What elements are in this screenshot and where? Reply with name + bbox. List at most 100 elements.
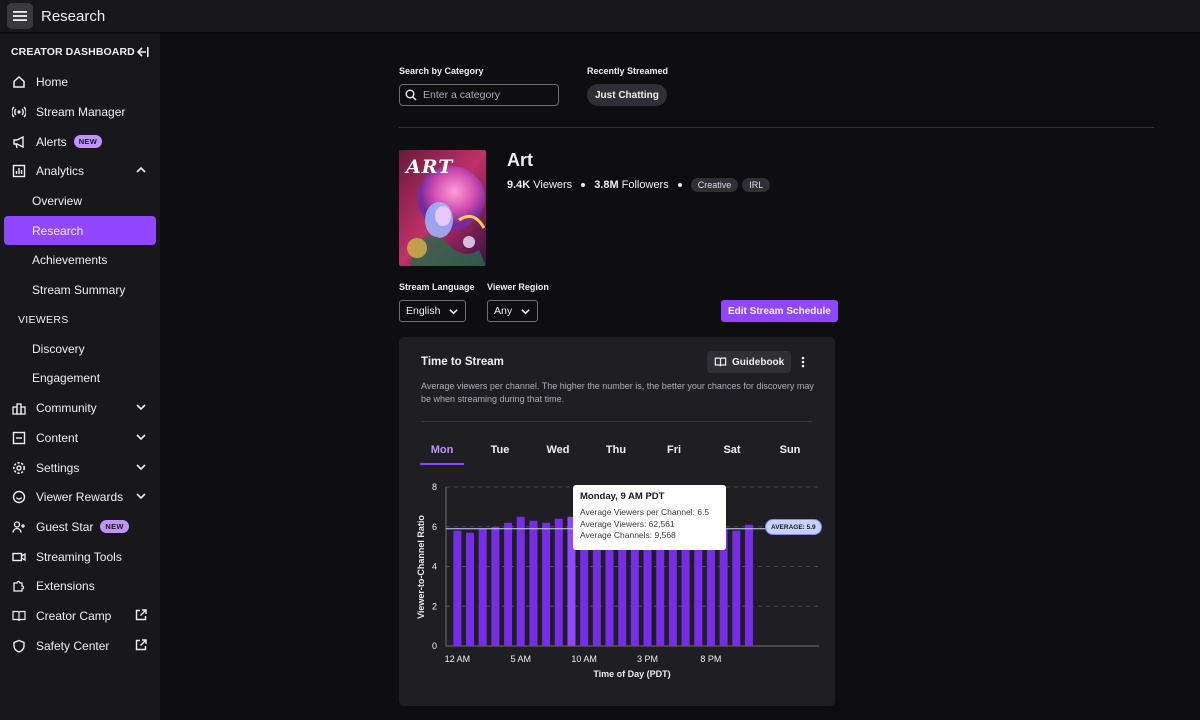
sidebar-item-label: Alerts bbox=[36, 134, 67, 149]
collapse-sidebar-icon[interactable] bbox=[136, 46, 149, 58]
x-axis-title: Time of Day (PDT) bbox=[593, 669, 670, 679]
hamburger-icon bbox=[13, 10, 27, 22]
sidebar-item-home[interactable]: Home bbox=[4, 67, 156, 96]
viewers-label: Viewers bbox=[533, 179, 573, 191]
chart-bar bbox=[478, 528, 487, 646]
sidebar-item-stream-summary[interactable]: Stream Summary bbox=[4, 275, 156, 304]
community-icon bbox=[11, 400, 27, 416]
category-box-art[interactable]: ART bbox=[399, 150, 486, 266]
viewer-region-value: Any bbox=[494, 305, 513, 317]
top-bar: Research bbox=[0, 0, 1200, 33]
category-stats: 9.4K Viewers 3.8M Followers Creative IRL bbox=[507, 178, 774, 192]
y-tick-label: 0 bbox=[432, 641, 437, 651]
sidebar-item-label: Streaming Tools bbox=[36, 549, 122, 564]
chart-bar bbox=[466, 532, 475, 646]
chevron-up-icon bbox=[135, 164, 147, 176]
sidebar-item-extensions[interactable]: Extensions bbox=[4, 571, 156, 600]
sidebar-item-label: Home bbox=[36, 74, 69, 89]
sidebar-item-content[interactable]: Content bbox=[4, 423, 156, 452]
megaphone-icon bbox=[11, 134, 27, 150]
sidebar-item-achievements[interactable]: Achievements bbox=[4, 245, 156, 274]
divider bbox=[399, 127, 1154, 128]
x-tick-label: 12 AM bbox=[445, 654, 471, 664]
y-axis-title: Viewer-to-Channel Ratio bbox=[416, 515, 426, 619]
viewer-region-dropdown[interactable]: Any bbox=[487, 300, 539, 322]
chevron-down-icon bbox=[135, 431, 147, 443]
chevron-down-icon bbox=[512, 306, 531, 317]
camera-icon bbox=[11, 549, 27, 565]
sidebar-header: CREATOR DASHBOARD bbox=[0, 34, 160, 70]
broadcast-icon bbox=[11, 104, 27, 120]
sidebar-item-label: Research bbox=[32, 223, 84, 238]
sidebar-item-community[interactable]: Community bbox=[4, 393, 156, 422]
edit-stream-schedule-button[interactable]: Edit Stream Schedule bbox=[721, 300, 838, 322]
sidebar-item-research[interactable]: Research bbox=[4, 216, 156, 245]
sidebar-item-stream-manager[interactable]: Stream Manager bbox=[4, 97, 156, 126]
chart-bar bbox=[516, 516, 525, 646]
tag-irl[interactable]: IRL bbox=[742, 178, 771, 192]
y-tick-label: 4 bbox=[432, 562, 437, 572]
chart-bar bbox=[744, 524, 753, 646]
category-search-input[interactable] bbox=[423, 89, 553, 101]
gear-icon bbox=[11, 460, 27, 476]
y-tick-label: 8 bbox=[432, 482, 437, 492]
sidebar-item-alerts[interactable]: Alerts NEW bbox=[4, 127, 156, 156]
chart-tooltip: Monday, 9 AM PDT Average Viewers per Cha… bbox=[573, 485, 726, 550]
puzzle-icon bbox=[11, 578, 27, 594]
chart-bar bbox=[529, 520, 538, 646]
sidebar-item-overview[interactable]: Overview bbox=[4, 186, 156, 215]
rewards-icon bbox=[11, 489, 27, 505]
x-tick-label: 10 AM bbox=[571, 654, 597, 664]
sidebar-item-streaming-tools[interactable]: Streaming Tools bbox=[4, 542, 156, 571]
sidebar-item-label: Settings bbox=[36, 460, 80, 475]
hamburger-menu-button[interactable] bbox=[7, 3, 33, 29]
sidebar-item-discovery[interactable]: Discovery bbox=[4, 334, 156, 363]
chevron-down-icon bbox=[135, 401, 147, 413]
time-to-stream-card: Time to Stream Guidebook Average viewers… bbox=[399, 337, 835, 706]
tag-creative[interactable]: Creative bbox=[690, 178, 739, 192]
stream-language-label: Stream Language bbox=[399, 282, 475, 292]
x-tick-label: 3 PM bbox=[637, 654, 658, 664]
chart-bar bbox=[504, 522, 513, 646]
sidebar-item-label: Analytics bbox=[36, 163, 85, 178]
recent-category-chip[interactable]: Just Chatting bbox=[587, 84, 667, 106]
sidebar: CREATOR DASHBOARD Home Stream Manager Al… bbox=[0, 34, 160, 720]
external-link-icon bbox=[135, 639, 147, 651]
sidebar-item-label: Community bbox=[36, 400, 97, 415]
sidebar-item-engagement[interactable]: Engagement bbox=[4, 363, 156, 392]
sidebar-item-viewer-rewards[interactable]: Viewer Rewards bbox=[4, 482, 156, 511]
home-icon bbox=[11, 74, 27, 90]
sidebar-item-label: Overview bbox=[32, 193, 83, 208]
shield-icon bbox=[11, 638, 27, 654]
tooltip-line: Average Viewers per Channel: 6.5 bbox=[580, 507, 710, 517]
tooltip-title: Monday, 9 AM PDT bbox=[580, 491, 665, 502]
sidebar-item-settings[interactable]: Settings bbox=[4, 453, 156, 482]
chevron-down-icon bbox=[135, 490, 147, 502]
category-search-box[interactable] bbox=[399, 84, 559, 106]
sidebar-item-label: Creator Camp bbox=[36, 608, 112, 623]
sidebar-title: CREATOR DASHBOARD bbox=[11, 46, 135, 58]
separator-dot bbox=[677, 183, 682, 187]
sidebar-item-label: Guest Star bbox=[36, 519, 94, 534]
sidebar-item-safety-center[interactable]: Safety Center bbox=[4, 631, 156, 660]
chart-bar bbox=[491, 526, 500, 646]
section-label-viewers: VIEWERS bbox=[18, 314, 69, 326]
book-icon bbox=[11, 608, 27, 624]
viewer-region-label: Viewer Region bbox=[487, 282, 549, 292]
sidebar-item-analytics[interactable]: Analytics bbox=[4, 156, 156, 185]
stream-language-value: English bbox=[406, 305, 441, 317]
guest-star-icon bbox=[11, 519, 27, 535]
sidebar-item-label: Safety Center bbox=[36, 638, 110, 653]
page-title: Research bbox=[41, 7, 106, 25]
followers-count: 3.8M bbox=[594, 179, 619, 191]
sidebar-item-guest-star[interactable]: Guest Star NEW bbox=[4, 512, 156, 541]
sidebar-item-creator-camp[interactable]: Creator Camp bbox=[4, 601, 156, 630]
separator-dot bbox=[581, 183, 586, 187]
average-badge: AVERAGE: 5.9 bbox=[765, 519, 822, 535]
chart-bar bbox=[542, 522, 551, 646]
y-tick-label: 6 bbox=[432, 522, 437, 532]
stream-language-dropdown[interactable]: English bbox=[399, 300, 467, 322]
sidebar-item-label: Achievements bbox=[32, 252, 108, 267]
external-link-icon bbox=[135, 609, 147, 621]
chart-bar bbox=[732, 530, 741, 646]
